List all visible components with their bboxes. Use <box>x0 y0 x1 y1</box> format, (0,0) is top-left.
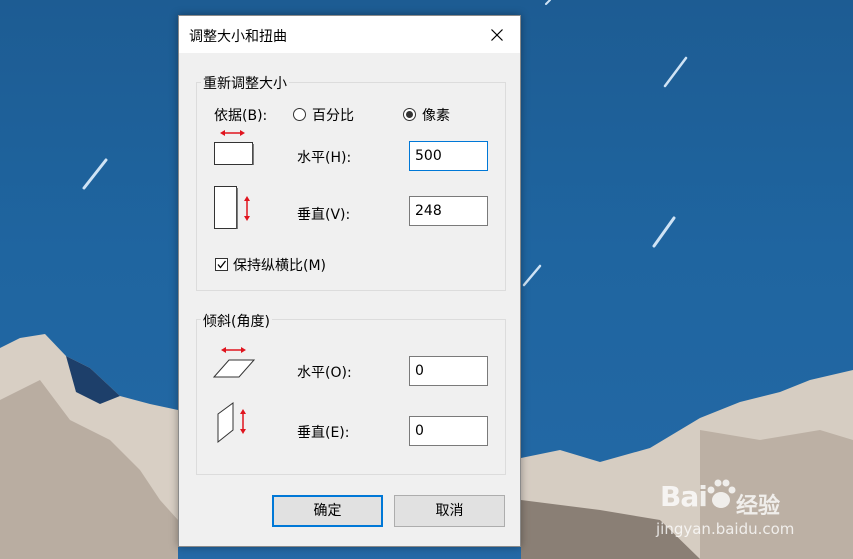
skew-vertical-icon <box>217 402 246 444</box>
resize-vertical-input[interactable]: 248 <box>409 196 488 226</box>
ok-button[interactable]: 确定 <box>272 495 383 527</box>
dialog-title: 调整大小和扭曲 <box>189 29 287 45</box>
cancel-button[interactable]: 取消 <box>394 495 505 527</box>
paw-icon <box>707 479 736 508</box>
baidu-watermark: Bai 经验 jingyan.baidu.com <box>652 472 847 542</box>
keep-aspect-ratio-checkbox[interactable]: 保持纵横比(M) <box>214 255 354 275</box>
close-icon <box>491 28 503 41</box>
title-bar[interactable]: 调整大小和扭曲 <box>179 16 520 53</box>
radio-pixels[interactable]: 像素 <box>402 105 472 125</box>
resize-horizontal-input[interactable]: 500 <box>409 141 488 171</box>
resize-horizontal-icon <box>214 130 254 165</box>
radio-percentage-label: 百分比 <box>312 108 354 124</box>
skew-vertical-label: 垂直(E): <box>297 425 350 441</box>
resize-skew-dialog: 调整大小和扭曲 重新调整大小 依据(B): 百分比 像素 水平(H): 500 … <box>178 15 521 547</box>
skew-horizontal-input[interactable]: 0 <box>409 356 488 386</box>
skew-group-label: 倾斜(角度) <box>201 311 272 331</box>
keep-aspect-ratio-label: 保持纵横比(M) <box>233 258 327 274</box>
resize-group-label: 重新调整大小 <box>201 73 289 93</box>
resize-horizontal-label: 水平(H): <box>297 150 352 166</box>
by-label: 依据(B): <box>214 108 268 124</box>
checkbox-box[interactable] <box>215 258 228 271</box>
skew-horizontal-icon <box>212 347 256 378</box>
close-button[interactable] <box>474 16 520 53</box>
radio-percentage-circle[interactable] <box>293 108 306 121</box>
radio-percentage[interactable]: 百分比 <box>292 105 372 125</box>
radio-pixels-circle[interactable] <box>403 108 416 121</box>
check-icon <box>217 260 227 269</box>
watermark-url: jingyan.baidu.com <box>656 520 795 538</box>
watermark-logo: Bai <box>660 480 708 513</box>
resize-vertical-icon <box>214 186 250 229</box>
resize-vertical-label: 垂直(V): <box>297 207 351 223</box>
radio-pixels-label: 像素 <box>422 108 450 124</box>
skew-vertical-input[interactable]: 0 <box>409 416 488 446</box>
skew-horizontal-label: 水平(O): <box>297 365 352 381</box>
watermark-suffix: 经验 <box>736 494 781 519</box>
